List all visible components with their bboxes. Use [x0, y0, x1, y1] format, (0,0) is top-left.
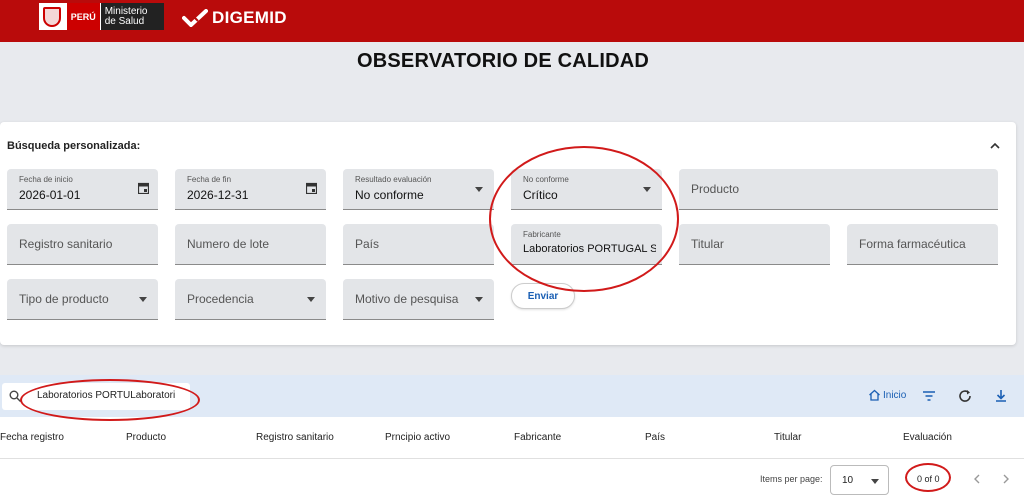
manufacturer-value: Laboratorios PORTUGAL S: [523, 243, 656, 255]
digemid-logo[interactable]: DIGEMID: [182, 8, 287, 28]
nonconformity-select[interactable]: No conforme Crítico: [511, 169, 662, 210]
start-date-value: 2026-01-01: [19, 188, 81, 202]
column-header-registration-date[interactable]: Fecha registro: [0, 432, 64, 443]
manufacturer-label: Fabricante: [523, 230, 561, 239]
lot-number-placeholder: Numero de lote: [187, 237, 270, 251]
download-icon[interactable]: [993, 388, 1009, 404]
start-date-label: Fecha de inicio: [19, 175, 73, 184]
dropdown-arrow-icon: [307, 297, 315, 302]
dropdown-arrow-icon: [139, 297, 147, 302]
column-header-manufacturer[interactable]: Fabricante: [514, 432, 561, 443]
chevron-up-icon[interactable]: [987, 140, 1003, 152]
digemid-check-icon: [182, 9, 208, 27]
ministry-label: Ministerio de Salud: [99, 3, 164, 30]
nonconformity-label: No conforme: [523, 175, 569, 184]
page-size-select[interactable]: 10: [830, 465, 889, 495]
ministry-line-2: de Salud: [104, 15, 145, 27]
evaluation-result-select[interactable]: Resultado evaluación No conforme: [343, 169, 494, 210]
sanitary-registry-input[interactable]: Registro sanitario: [7, 224, 158, 265]
start-date-field[interactable]: Fecha de inicio 2026-01-01: [7, 169, 158, 210]
submit-button[interactable]: Enviar: [511, 283, 575, 309]
header-divider: [0, 458, 1024, 459]
dropdown-arrow-icon: [475, 297, 483, 302]
calendar-icon[interactable]: [306, 182, 317, 194]
end-date-value: 2026-12-31: [187, 188, 249, 202]
evaluation-result-label: Resultado evaluación: [355, 175, 432, 184]
product-input[interactable]: Producto: [679, 169, 998, 210]
inspection-reason-select[interactable]: Motivo de pesquisa: [343, 279, 494, 320]
government-logo[interactable]: PERÚ Ministerio de Salud: [39, 3, 164, 30]
table-search-input[interactable]: Laboratorios PORTULaboratori: [2, 383, 190, 410]
inspection-reason-placeholder: Motivo de pesquisa: [355, 292, 459, 306]
country-input[interactable]: País: [343, 224, 494, 265]
pharmaceutical-form-placeholder: Forma farmacéutica: [859, 237, 966, 251]
end-date-label: Fecha de fin: [187, 175, 232, 184]
sanitary-registry-placeholder: Registro sanitario: [19, 237, 113, 251]
home-label: Inicio: [883, 389, 907, 401]
page-title: OBSERVATORIO DE CALIDAD: [356, 50, 650, 72]
filter-icon[interactable]: [921, 388, 937, 404]
holder-placeholder: Titular: [691, 237, 724, 251]
table-search-value: Laboratorios PORTULaboratori: [37, 390, 176, 401]
next-page-icon[interactable]: [1001, 473, 1011, 485]
results-table: Laboratorios PORTULaboratori Inicio Fech…: [0, 375, 1024, 497]
page-range-label: 0 of 0: [917, 474, 940, 484]
column-header-active-ingredient[interactable]: Prncipio activo: [385, 432, 450, 443]
dropdown-arrow-icon: [871, 479, 879, 484]
end-date-field[interactable]: Fecha de fin 2026-12-31: [175, 169, 326, 210]
coat-of-arms-icon: [39, 3, 66, 30]
brand-name: DIGEMID: [212, 8, 287, 27]
column-header-product[interactable]: Producto: [126, 432, 166, 443]
country-label: PERÚ: [65, 3, 100, 30]
refresh-icon[interactable]: [957, 388, 973, 404]
column-header-evaluation[interactable]: Evaluación: [903, 432, 952, 443]
column-header-country[interactable]: País: [645, 432, 665, 443]
nonconformity-value: Crítico: [523, 188, 558, 202]
panel-heading: Búsqueda personalizada:: [7, 140, 141, 152]
items-per-page-label: Items per page:: [760, 474, 823, 484]
previous-page-icon[interactable]: [972, 473, 982, 485]
column-header-holder[interactable]: Titular: [774, 432, 801, 443]
column-header-sanitary-registry[interactable]: Registro sanitario: [256, 432, 334, 443]
dropdown-arrow-icon: [475, 187, 483, 192]
page-size-value: 10: [842, 475, 854, 486]
lot-number-input[interactable]: Numero de lote: [175, 224, 326, 265]
manufacturer-input[interactable]: Fabricante Laboratorios PORTUGAL S: [511, 224, 662, 265]
ministry-line-1: Ministerio: [104, 5, 148, 17]
holder-input[interactable]: Titular: [679, 224, 830, 265]
product-type-select[interactable]: Tipo de producto: [7, 279, 158, 320]
pharmaceutical-form-input[interactable]: Forma farmacéutica: [847, 224, 998, 265]
country-placeholder: País: [355, 237, 380, 251]
product-placeholder: Producto: [691, 182, 740, 196]
search-icon: [9, 390, 21, 402]
evaluation-result-value: No conforme: [355, 188, 424, 202]
origin-select[interactable]: Procedencia: [175, 279, 326, 320]
product-type-placeholder: Tipo de producto: [19, 292, 109, 306]
home-icon: [869, 389, 880, 401]
dropdown-arrow-icon: [643, 187, 651, 192]
top-header-bar: PERÚ Ministerio de Salud DIGEMID: [0, 0, 1024, 42]
results-toolbar: Laboratorios PORTULaboratori Inicio: [0, 375, 1024, 417]
origin-placeholder: Procedencia: [187, 292, 254, 306]
calendar-icon[interactable]: [138, 182, 149, 194]
home-button[interactable]: Inicio: [868, 389, 906, 401]
